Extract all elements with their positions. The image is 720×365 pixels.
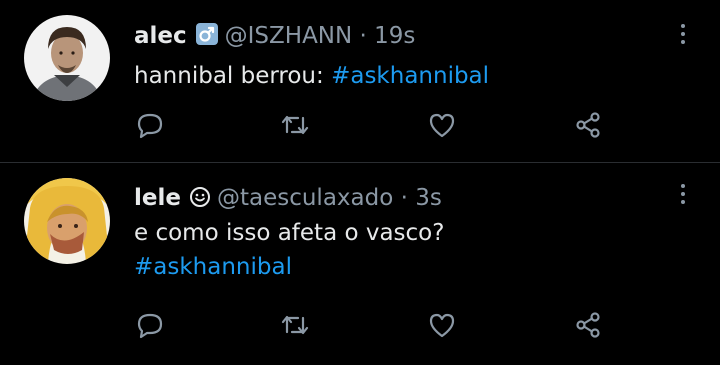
avatar-image	[24, 178, 110, 264]
separator: ·	[359, 23, 367, 49]
like-icon	[429, 113, 455, 138]
retweet-icon	[281, 315, 309, 335]
tweet[interactable]: lele @taesculaxado · 3s e como isso afeta…	[0, 164, 720, 365]
avatar[interactable]	[24, 15, 110, 101]
tweet-header: alec @ISZHANN · 19s	[134, 20, 415, 55]
share-icon	[576, 112, 600, 138]
display-name[interactable]: alec	[134, 23, 187, 49]
share-button[interactable]	[570, 110, 606, 140]
separator: ·	[400, 185, 408, 211]
tweet-text: e como isso afeta o vasco? #askhannibal	[134, 216, 444, 284]
share-button[interactable]	[570, 310, 606, 340]
tweet-text: hannibal berrou: #askhannibal	[134, 59, 489, 93]
reply-button[interactable]	[132, 310, 168, 340]
retweet-button[interactable]	[277, 310, 313, 340]
retweet-button[interactable]	[277, 110, 313, 140]
tweet-header: lele @taesculaxado · 3s	[134, 182, 442, 217]
tweet[interactable]: alec @ISZHANN · 19s hannibal berrou: #ask…	[0, 0, 720, 163]
tweet-actions	[132, 310, 612, 340]
tweet-text-body: e como isso afeta o vasco?	[134, 220, 445, 246]
handle[interactable]: @ISZHANN	[225, 23, 353, 49]
share-icon	[576, 312, 600, 338]
more-options-icon[interactable]	[676, 22, 690, 46]
tweet-actions	[132, 110, 612, 140]
hashtag-link[interactable]: #askhannibal	[134, 254, 292, 280]
divider	[0, 162, 720, 163]
like-button[interactable]	[424, 110, 460, 140]
avatar-image	[24, 15, 110, 101]
avatar[interactable]	[24, 178, 110, 264]
reply-icon	[137, 113, 163, 139]
display-name[interactable]: lele	[134, 185, 181, 211]
like-icon	[429, 313, 455, 338]
reply-icon	[137, 313, 163, 339]
timestamp[interactable]: 3s	[415, 185, 442, 211]
like-button[interactable]	[424, 310, 460, 340]
handle[interactable]: @taesculaxado	[217, 185, 393, 211]
retweet-icon	[281, 115, 309, 135]
tweet-text-body: hannibal berrou:	[134, 63, 332, 89]
male-symbol-emoji-icon	[195, 22, 219, 55]
smiley-icon	[189, 185, 211, 217]
hashtag-link[interactable]: #askhannibal	[331, 63, 489, 89]
more-options-icon[interactable]	[676, 182, 690, 206]
timestamp[interactable]: 19s	[374, 23, 415, 49]
reply-button[interactable]	[132, 110, 168, 140]
